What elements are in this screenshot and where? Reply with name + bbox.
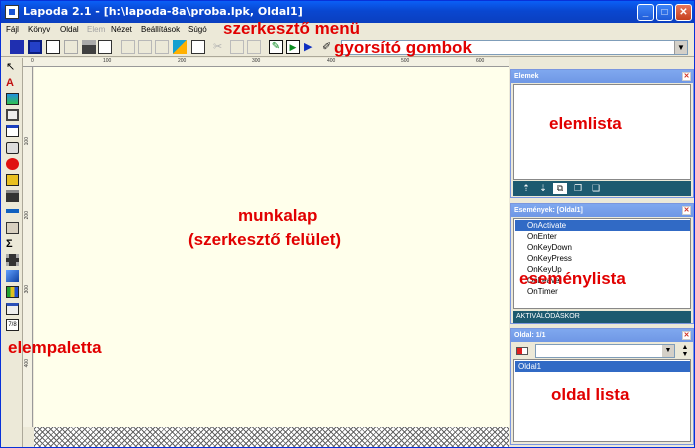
elements-panel-title: Elemek xyxy=(511,70,693,83)
edit-icon[interactable]: ✎ xyxy=(269,40,283,54)
maximize-button[interactable]: □ xyxy=(656,4,673,21)
ruler-tick: 100 xyxy=(24,137,30,146)
canvas-outside-area xyxy=(34,427,509,447)
horizontal-ruler: 0 100 200 300 400 500 600 xyxy=(23,58,509,67)
paste-layer-icon[interactable]: ❑ xyxy=(589,183,603,194)
group-icon[interactable]: ⧉ xyxy=(553,183,567,194)
pointer-icon[interactable]: ↖ xyxy=(6,61,19,73)
preview-icon[interactable] xyxy=(98,40,112,54)
send-backward-icon[interactable]: ⇣ xyxy=(536,183,550,194)
align-center-icon[interactable] xyxy=(138,40,152,54)
animation-icon[interactable] xyxy=(6,222,19,234)
video-icon[interactable] xyxy=(6,190,19,202)
film-icon[interactable] xyxy=(6,254,19,266)
list-item[interactable]: OnActivate xyxy=(515,220,690,231)
sum-icon[interactable]: Σ xyxy=(6,238,19,250)
ruler-tick: 600 xyxy=(476,58,485,64)
minimize-button[interactable]: _ xyxy=(637,4,654,21)
open-icon[interactable] xyxy=(28,40,42,54)
annotation-event-list: eseménylista xyxy=(519,269,626,288)
spin-buttons[interactable]: ▲ ▼ xyxy=(679,344,691,358)
cube-icon[interactable] xyxy=(6,270,19,282)
picture-frame-icon[interactable] xyxy=(6,109,19,121)
window-title: Lapoda 2.1 - [h:\lapoda-8a\proba.lpk, Ol… xyxy=(23,5,303,18)
ruler-tick: 300 xyxy=(24,285,30,294)
annotation-element-list: elemlista xyxy=(549,114,622,133)
ruler-tick: 200 xyxy=(24,211,30,220)
element-palette: ↖ A Σ 7/8 xyxy=(1,58,23,447)
blank-page-icon[interactable] xyxy=(46,40,60,54)
chart-icon[interactable] xyxy=(6,286,19,298)
run-icon[interactable] xyxy=(173,40,187,54)
ellipse-icon[interactable] xyxy=(6,158,19,170)
annotation-menu: szerkesztő menü xyxy=(223,19,360,38)
text-icon[interactable]: A xyxy=(6,77,19,89)
pages-panel-title: Oldal: 1/1 xyxy=(511,329,693,342)
menu-view[interactable]: Nézet xyxy=(111,25,132,34)
close-button[interactable]: ✕ xyxy=(675,4,692,21)
menu-settings[interactable]: Beállítások xyxy=(141,25,180,34)
app-window: Lapoda 2.1 - [h:\lapoda-8a\proba.lpk, Ol… xyxy=(0,0,695,448)
list-icon[interactable] xyxy=(6,303,19,315)
cut-icon[interactable]: ✂ xyxy=(213,40,227,54)
close-icon[interactable]: ✕ xyxy=(682,206,691,215)
properties-icon[interactable] xyxy=(191,40,205,54)
event-status-bar: AKTIVÁLÓDÁSKOR xyxy=(513,311,691,323)
ruler-tick: 500 xyxy=(401,58,410,64)
menu-book[interactable]: Könyv xyxy=(28,25,50,34)
menu-element[interactable]: Elem xyxy=(87,25,105,34)
ruler-tick: 300 xyxy=(252,58,261,64)
list-item[interactable]: OnKeyDown xyxy=(515,242,690,253)
annotation-page-list: oldal lista xyxy=(551,385,630,404)
close-icon[interactable]: ✕ xyxy=(682,331,691,340)
ruler-tick: 400 xyxy=(24,359,30,368)
events-panel: Események: [Oldal1] ✕ OnActivate OnEnter… xyxy=(510,203,694,324)
sound-icon[interactable] xyxy=(6,174,19,186)
event-list[interactable]: OnActivate OnEnter OnKeyDown OnKeyPress … xyxy=(513,218,691,309)
bring-forward-icon[interactable]: ⇡ xyxy=(519,183,533,194)
copy-icon[interactable] xyxy=(230,40,244,54)
copy-layer-icon[interactable]: ❐ xyxy=(571,183,585,194)
play-arrow-icon[interactable]: ▶ xyxy=(304,40,318,54)
play-icon[interactable]: ▶ xyxy=(286,40,300,54)
list-item[interactable]: Oldal1 xyxy=(515,361,690,372)
print-icon[interactable] xyxy=(82,40,96,54)
menu-file[interactable]: Fájl xyxy=(6,25,19,34)
annotation-worksheet-sub: (szerkesztő felület) xyxy=(188,230,342,249)
vertical-ruler: 100 200 300 400 xyxy=(23,67,33,427)
line-icon[interactable] xyxy=(6,209,19,213)
list-item[interactable]: OnKeyPress xyxy=(515,253,690,264)
align-right-icon[interactable] xyxy=(155,40,169,54)
button-icon[interactable] xyxy=(6,142,19,154)
ruler-tick: 200 xyxy=(178,58,187,64)
window-icon[interactable] xyxy=(6,125,19,137)
close-icon[interactable]: ✕ xyxy=(682,72,691,81)
elements-toolbar: ⇡ ⇣ ⧉ ❐ ❑ xyxy=(513,181,691,196)
list-item[interactable]: OnEnter xyxy=(515,231,690,242)
app-icon[interactable] xyxy=(5,5,19,19)
page-color-icon[interactable] xyxy=(516,347,528,355)
page-select[interactable]: ▼ xyxy=(535,344,675,358)
save-icon[interactable] xyxy=(64,40,78,54)
annotation-toolbar: gyorsító gombok xyxy=(334,38,472,57)
ruler-tick: 100 xyxy=(103,58,112,64)
ruler-tick: 0 xyxy=(31,58,34,64)
edit-field-icon[interactable]: 7/8 xyxy=(6,319,19,331)
menu-page[interactable]: Oldal xyxy=(60,25,79,34)
paste-icon[interactable] xyxy=(247,40,261,54)
events-panel-title: Események: [Oldal1] xyxy=(511,204,693,217)
new-book-icon[interactable] xyxy=(10,40,24,54)
chevron-down-icon[interactable]: ▼ xyxy=(674,41,687,54)
ruler-tick: 400 xyxy=(327,58,336,64)
menu-help[interactable]: Súgó xyxy=(188,25,207,34)
annotation-palette: elempaletta xyxy=(8,338,102,357)
chevron-down-icon[interactable]: ▼ xyxy=(662,345,674,357)
align-left-icon[interactable] xyxy=(121,40,135,54)
annotation-worksheet: munkalap xyxy=(238,206,318,225)
image-icon[interactable] xyxy=(6,93,19,105)
